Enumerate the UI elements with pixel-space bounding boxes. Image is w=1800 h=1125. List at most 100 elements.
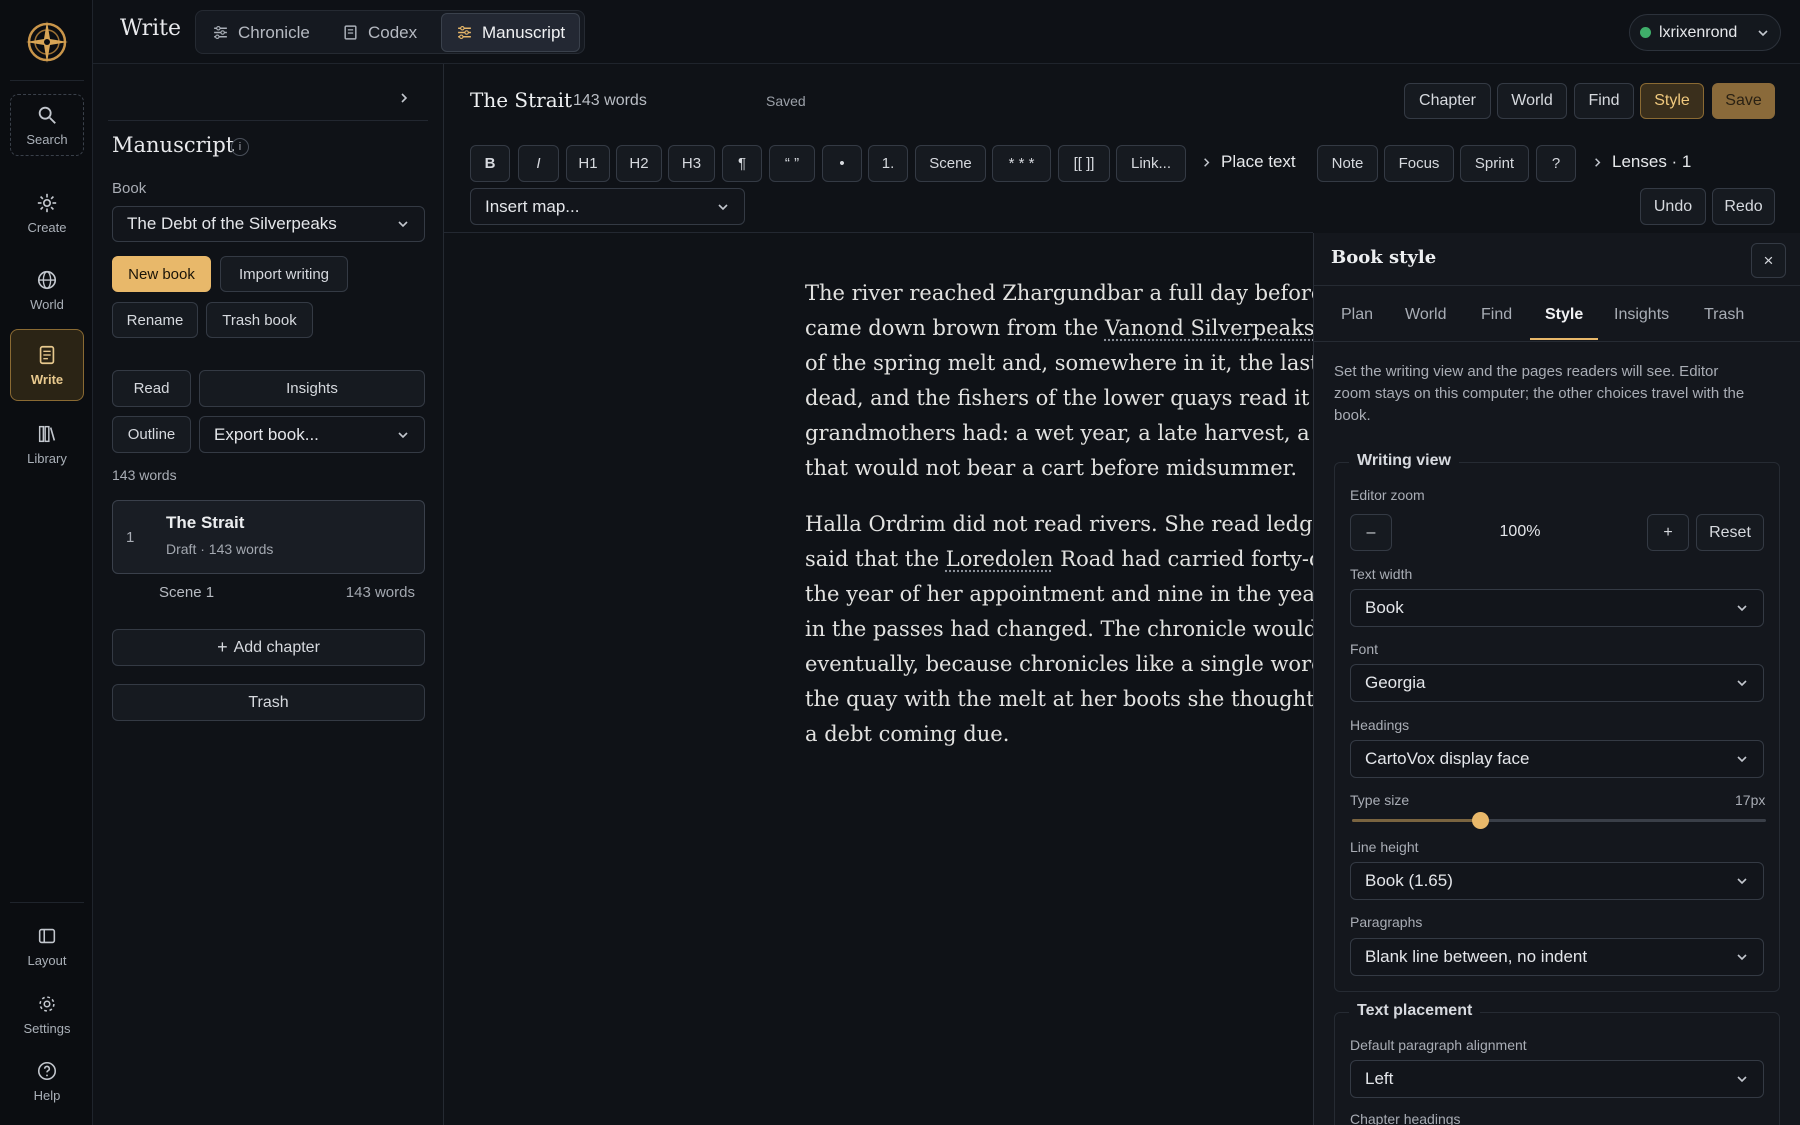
export-select-value: Export book... [214, 425, 319, 445]
link-button[interactable]: Link... [1116, 145, 1186, 182]
new-book-button[interactable]: New book [112, 256, 211, 292]
book-select[interactable]: The Debt of the Silverpeaks [112, 206, 425, 242]
font-select[interactable]: Georgia [1350, 664, 1764, 702]
insights-button[interactable]: Insights [199, 370, 425, 407]
user-menu[interactable]: lxrixenrond [1629, 14, 1781, 51]
prose-text: the quay with the melt at her boots she … [805, 687, 1313, 711]
editor-zoom-label: Editor zoom [1350, 487, 1425, 503]
redo-button[interactable]: Redo [1712, 188, 1775, 225]
prose-text: The river reached Zhargundbar a full day… [805, 281, 1313, 305]
plus-icon: + [217, 637, 228, 658]
undo-button[interactable]: Undo [1640, 188, 1706, 225]
chevron-down-icon [1735, 676, 1749, 690]
panel-tab-insights[interactable]: Insights [1614, 306, 1669, 324]
help-button[interactable]: ? [1536, 145, 1576, 182]
rail-layout[interactable]: Layout [10, 915, 84, 977]
zoom-out-button[interactable]: – [1350, 514, 1392, 551]
rename-button[interactable]: Rename [112, 302, 198, 338]
read-button[interactable]: Read [112, 370, 191, 407]
doc-title: The Strait [470, 88, 572, 112]
scene-row[interactable]: Scene 1 143 words [112, 580, 425, 606]
outline-button[interactable]: Outline [112, 416, 191, 453]
type-size-label: Type size [1350, 792, 1409, 808]
online-status-dot [1640, 27, 1651, 38]
prose-text: grandmothers had: a wet year, a late har… [805, 421, 1313, 445]
style-button[interactable]: Style [1640, 83, 1704, 119]
panel-title: Book style [1331, 247, 1436, 268]
bold-button[interactable]: B [470, 145, 510, 182]
rail-create[interactable]: Create [10, 182, 84, 244]
panel-tab-world[interactable]: World [1405, 306, 1447, 324]
font-value: Georgia [1365, 673, 1425, 693]
panel-tab-style[interactable]: Style [1545, 306, 1583, 324]
alignment-select[interactable]: Left [1350, 1060, 1764, 1098]
line-height-select[interactable]: Book (1.65) [1350, 862, 1764, 900]
chapter-card[interactable]: 1 The Strait Draft · 143 words [112, 500, 425, 574]
rail-label: Help [34, 1088, 61, 1103]
type-size-slider[interactable] [1352, 819, 1766, 822]
rail-label: Search [26, 132, 67, 147]
wiki-link-button[interactable]: [[ ]] [1058, 145, 1110, 182]
info-icon[interactable]: i [231, 138, 249, 156]
rail-world[interactable]: World [10, 259, 84, 321]
export-select[interactable]: Export book... [199, 416, 425, 453]
paragraphs-select[interactable]: Blank line between, no indent [1350, 938, 1764, 976]
lenses-toggle[interactable]: Lenses · 1 [1591, 152, 1691, 172]
tab-chronicle[interactable]: Chronicle [198, 13, 324, 52]
trash-button[interactable]: Trash [112, 684, 425, 721]
rail-write[interactable]: Write [10, 329, 84, 401]
focus-button[interactable]: Focus [1384, 145, 1454, 182]
paragraphs-label: Paragraphs [1350, 914, 1422, 930]
zoom-reset-button[interactable]: Reset [1696, 514, 1764, 551]
scene-button[interactable]: Scene [915, 145, 986, 182]
prose-text: eventually, because chronicles like a si… [805, 652, 1313, 676]
prose-text: in the passes had changed. The chronicle… [805, 617, 1313, 641]
panel-tab-find[interactable]: Find [1481, 306, 1512, 324]
rail-label: Create [27, 220, 66, 235]
import-writing-button[interactable]: Import writing [220, 256, 348, 292]
insert-map-select[interactable]: Insert map... [470, 188, 745, 225]
add-chapter-button[interactable]: + Add chapter [112, 629, 425, 666]
sidebar-title: Manuscript [112, 133, 234, 157]
trash-book-button[interactable]: Trash book [206, 302, 313, 338]
paragraph-button[interactable]: ¶ [722, 145, 762, 182]
italic-button[interactable]: I [518, 145, 559, 182]
chevron-right-icon[interactable] [397, 91, 411, 105]
note-button[interactable]: Note [1317, 145, 1378, 182]
scene-break-button[interactable]: * * * [992, 145, 1051, 182]
chapter-button[interactable]: Chapter [1404, 83, 1491, 119]
rail-search[interactable]: Search [10, 94, 84, 156]
h1-button[interactable]: H1 [566, 145, 610, 182]
app-logo[interactable] [24, 19, 70, 65]
find-button[interactable]: Find [1574, 83, 1634, 119]
text-width-select[interactable]: Book [1350, 589, 1764, 627]
h2-button[interactable]: H2 [616, 145, 662, 182]
text-placement-title: Text placement [1349, 1002, 1480, 1020]
rail-settings[interactable]: Settings [10, 983, 84, 1045]
quote-button[interactable]: “ ” [769, 145, 815, 182]
close-panel-button[interactable]: × [1751, 243, 1786, 278]
save-status: Saved [766, 93, 806, 109]
place-text-toggle[interactable]: Place text [1200, 152, 1296, 172]
save-button[interactable]: Save [1712, 83, 1775, 119]
place-name-link[interactable]: Loredolen [946, 547, 1054, 571]
tab-codex[interactable]: Codex [328, 13, 431, 52]
h3-button[interactable]: H3 [668, 145, 715, 182]
tab-manuscript[interactable]: Manuscript [441, 13, 580, 52]
app-rail: Search Create World Write Library Layout… [0, 0, 93, 1125]
sprint-button[interactable]: Sprint [1460, 145, 1529, 182]
place-name-link[interactable]: Vanond Silverpeaks [1105, 316, 1313, 340]
headings-select[interactable]: CartoVox display face [1350, 740, 1764, 778]
panel-tab-trash[interactable]: Trash [1704, 306, 1744, 324]
slider-fill [1352, 819, 1480, 822]
rail-library[interactable]: Library [10, 413, 84, 475]
panel-tab-plan[interactable]: Plan [1341, 306, 1373, 324]
chevron-down-icon [1735, 601, 1749, 615]
add-chapter-label: Add chapter [234, 639, 320, 657]
world-button[interactable]: World [1497, 83, 1567, 119]
prose-line: eventually, because chronicles like a si… [805, 647, 1313, 682]
numbered-list-button[interactable]: 1. [868, 145, 908, 182]
rail-help[interactable]: Help [10, 1050, 84, 1112]
bullet-list-button[interactable]: • [822, 145, 862, 182]
zoom-in-button[interactable]: + [1647, 514, 1689, 551]
